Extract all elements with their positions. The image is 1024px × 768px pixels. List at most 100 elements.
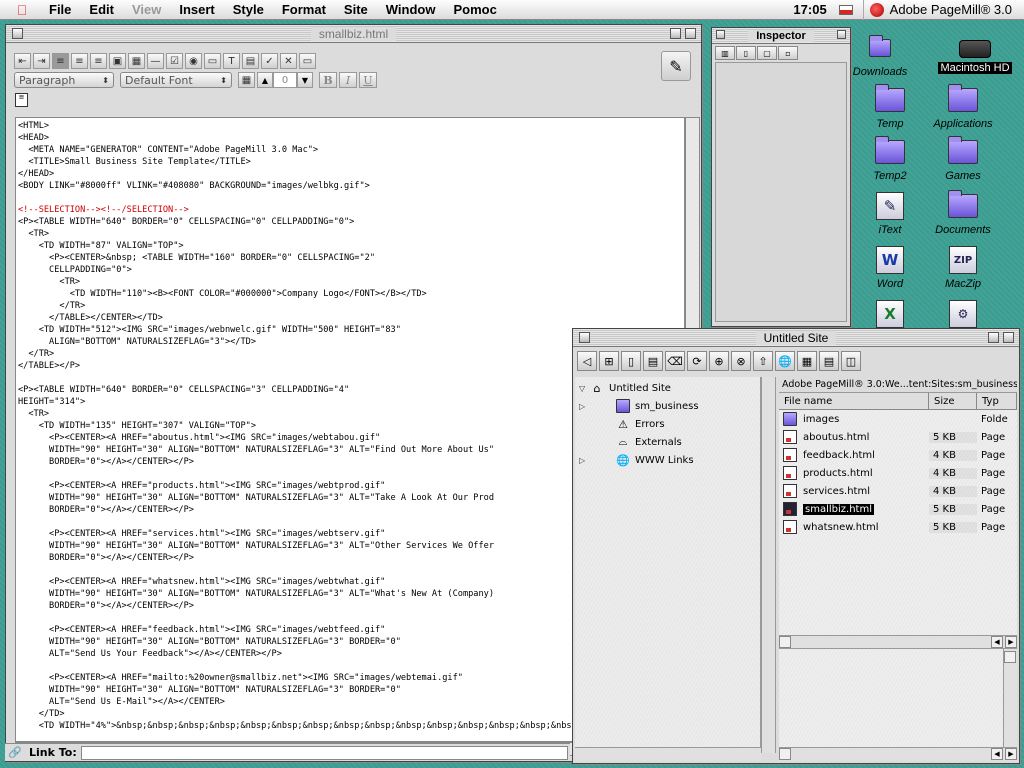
scroll-square-icon[interactable]	[779, 636, 791, 648]
page-attributes-icon[interactable]: ≡	[15, 93, 28, 107]
tree-item-errors[interactable]: ⚠ Errors	[579, 416, 665, 432]
menu-insert[interactable]: Insert	[170, 0, 223, 20]
site-zoom-box[interactable]	[988, 332, 999, 343]
bold-button[interactable]: B	[319, 72, 337, 88]
column-header-type[interactable]: Typ	[977, 393, 1017, 409]
refresh-icon[interactable]: ⟳	[687, 351, 707, 371]
keyboard-flag-icon[interactable]	[838, 4, 853, 15]
font-size-value[interactable]: 0	[273, 72, 297, 88]
desktop-icon-network-partial[interactable]: ⚙	[925, 298, 1001, 331]
file-row-feedback[interactable]: feedback.html 4 KB Page	[779, 446, 1017, 464]
globe-icon[interactable]: 🌐	[775, 351, 795, 371]
file-row-products[interactable]: products.html 4 KB Page	[779, 464, 1017, 482]
desktop-icon-temp2[interactable]: Temp2	[852, 136, 928, 182]
desktop-icon-documents[interactable]: Documents	[925, 190, 1001, 236]
desktop-icon-maczip[interactable]: ZIP MacZip	[925, 244, 1001, 290]
file-row-smallbiz[interactable]: smallbiz.html 5 KB Page	[779, 500, 1017, 518]
menu-style[interactable]: Style	[224, 0, 273, 20]
preview-mode-icon[interactable]: ✎	[661, 51, 691, 81]
tree-item-untitled-site[interactable]: ▽ ⌂ Untitled Site	[579, 380, 671, 396]
editor-collapse-box[interactable]	[685, 28, 696, 39]
preview-vertical-scrollbar[interactable]	[1003, 649, 1017, 753]
page-icon[interactable]: ▤	[643, 351, 663, 371]
site-titlebar[interactable]: Untitled Site	[573, 329, 1019, 347]
align-right-icon[interactable]: ≡	[90, 53, 107, 69]
inspector-tab-frame-icon[interactable]: ▥	[715, 46, 735, 60]
desktop-icon-downloads[interactable]: Downloads	[842, 32, 918, 78]
view-split-icon[interactable]: ◫	[841, 351, 861, 371]
menu-edit[interactable]: Edit	[80, 0, 123, 20]
tree-item-externals[interactable]: ⌓ Externals	[579, 434, 682, 450]
indent-icon[interactable]: ⇥	[33, 53, 50, 69]
scroll-square-icon[interactable]	[1004, 651, 1016, 663]
editor-zoom-box[interactable]	[670, 28, 681, 39]
font-size-up-icon[interactable]: ▲	[257, 72, 273, 88]
site-tree-vertical-scrollbar[interactable]	[761, 377, 776, 753]
scroll-square-icon[interactable]	[779, 748, 791, 760]
folder-icon[interactable]: ▯	[621, 351, 641, 371]
submit-button-icon[interactable]: ✓	[261, 53, 278, 69]
view-tree-icon[interactable]: ▦	[797, 351, 817, 371]
new-folder-icon[interactable]: ⊞	[599, 351, 619, 371]
checkbox-icon[interactable]: ☑	[166, 53, 183, 69]
tree-item-sm-business[interactable]: ▷ sm_business	[579, 398, 699, 414]
scroll-right-icon[interactable]: ▶	[1005, 748, 1017, 760]
menu-view[interactable]: View	[123, 0, 170, 20]
view-list-icon[interactable]: ▤	[819, 351, 839, 371]
outdent-icon[interactable]: ⇤	[14, 53, 31, 69]
external-link-icon[interactable]: ⊗	[731, 351, 751, 371]
file-row-services[interactable]: services.html 4 KB Page	[779, 482, 1017, 500]
preview-horizontal-scrollbar[interactable]: ◀ ▶	[779, 747, 1017, 761]
horizontal-rule-icon[interactable]: —	[147, 53, 164, 69]
scroll-left-icon[interactable]: ◀	[991, 748, 1003, 760]
disclosure-collapsed-icon[interactable]: ▷	[579, 456, 589, 465]
insert-image-icon[interactable]: ▣	[109, 53, 126, 69]
align-left-icon[interactable]: ≡	[52, 53, 69, 69]
menu-clock[interactable]: 17:05	[781, 2, 838, 17]
font-popup[interactable]: Default Font ⬍	[120, 72, 232, 88]
file-row-whatsnew[interactable]: whatsnew.html 5 KB Page	[779, 518, 1017, 536]
align-center-icon[interactable]: ≡	[71, 53, 88, 69]
reset-button-icon[interactable]: ✕	[280, 53, 297, 69]
link-check-icon[interactable]: ⊕	[709, 351, 729, 371]
column-header-size[interactable]: Size	[929, 393, 977, 409]
menu-window[interactable]: Window	[377, 0, 445, 20]
inspector-tab-object-icon[interactable]: ▫	[778, 46, 798, 60]
site-close-box[interactable]	[579, 332, 590, 343]
hidden-field-icon[interactable]: ▭	[299, 53, 316, 69]
scroll-left-icon[interactable]: ◀	[991, 636, 1003, 648]
menu-file[interactable]: File	[40, 0, 80, 20]
file-row-aboutus[interactable]: aboutus.html 5 KB Page	[779, 428, 1017, 446]
link-to-input[interactable]	[80, 745, 568, 760]
column-header-file-name[interactable]: File name	[779, 393, 929, 409]
desktop-icon-macintosh-hd[interactable]: Macintosh HD	[937, 38, 1013, 74]
tree-item-www-links[interactable]: ▷ 🌐 WWW Links	[579, 452, 694, 468]
desktop-icon-temp[interactable]: Temp	[852, 84, 928, 130]
editor-close-box[interactable]	[12, 28, 23, 39]
disclosure-expanded-icon[interactable]: ▽	[579, 384, 589, 393]
menu-format[interactable]: Format	[273, 0, 335, 20]
disclosure-collapsed-icon[interactable]: ▷	[579, 402, 589, 411]
text-area-icon[interactable]: T	[223, 53, 240, 69]
font-size-down-icon[interactable]: ▼	[297, 72, 313, 88]
italic-button[interactable]: I	[339, 72, 357, 88]
popup-field-icon[interactable]: ▤	[242, 53, 259, 69]
link-icon[interactable]: 🔗	[8, 746, 22, 760]
apple-menu-icon[interactable]: 	[12, 2, 32, 18]
table-grid-icon[interactable]: ▦	[238, 72, 255, 88]
menu-site[interactable]: Site	[335, 0, 377, 20]
site-tree-horizontal-scrollbar[interactable]	[575, 747, 761, 761]
insert-table-icon[interactable]: ▦	[128, 53, 145, 69]
desktop-icon-applications[interactable]: Applications	[925, 84, 1001, 130]
trash-icon[interactable]: ⌫	[665, 351, 685, 371]
paragraph-style-popup[interactable]: Paragraph ⬍	[14, 72, 114, 88]
back-icon[interactable]: ◁	[577, 351, 597, 371]
inspector-tab-page-icon[interactable]: ▯	[736, 46, 756, 60]
inspector-close-box[interactable]	[716, 30, 725, 39]
underline-button[interactable]: U	[359, 72, 377, 88]
editor-titlebar[interactable]: smallbiz.html	[6, 25, 701, 43]
desktop-icon-games[interactable]: Games	[925, 136, 1001, 182]
inspector-tab-form-icon[interactable]: ▢	[757, 46, 777, 60]
scroll-right-icon[interactable]: ▶	[1005, 636, 1017, 648]
application-menu[interactable]: Adobe PageMill® 3.0	[862, 0, 1024, 20]
